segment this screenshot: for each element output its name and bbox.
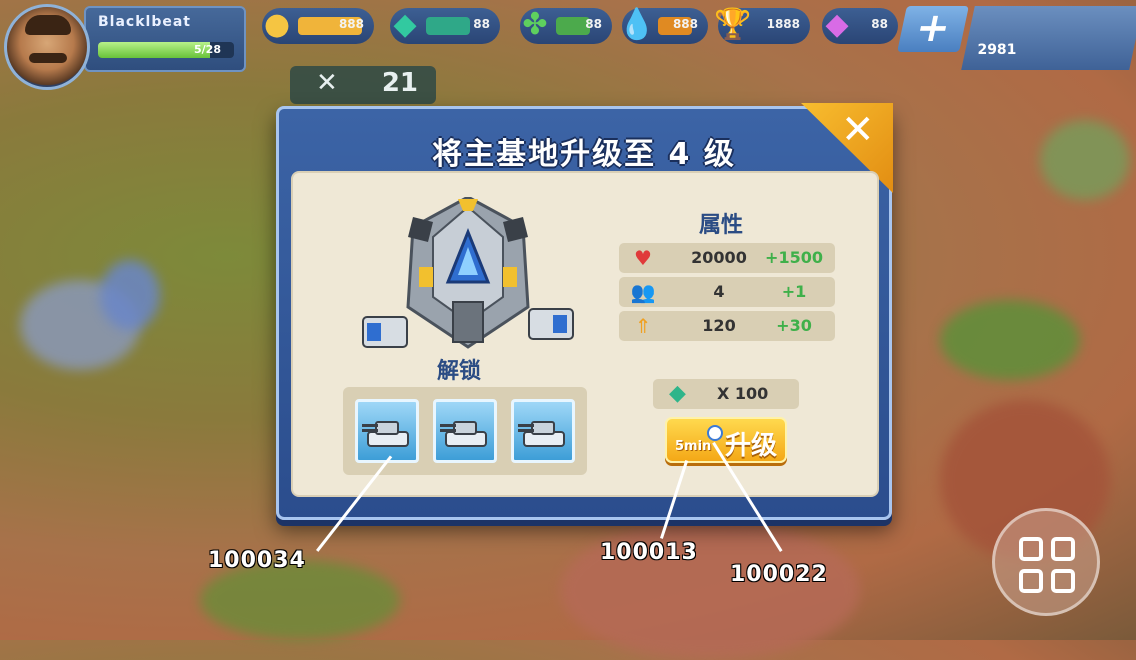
tank-icon (440, 421, 487, 447)
unlock-units-box (343, 387, 587, 475)
troop-counter-value: 21 (381, 68, 418, 98)
resource-gem[interactable]: ◆ 88 (822, 7, 898, 44)
avatar-mustache (29, 53, 67, 63)
oil-value: 888 (672, 17, 698, 31)
resource-gold[interactable]: ● 888 (262, 7, 374, 44)
top-right-value: 2981 (977, 42, 1017, 58)
clock-icon (707, 425, 723, 441)
upgrade-button[interactable]: 5min 升级 (665, 417, 787, 463)
avatar-hair (25, 15, 71, 35)
attribute-row-health: ♥ 20000 +1500 (619, 243, 835, 273)
gem-value: 88 (871, 17, 888, 31)
dialog-title: 将主基地升级至 4 级 (432, 137, 736, 172)
add-resources-button[interactable]: + (897, 5, 969, 52)
gem-icon: ◆ (825, 7, 849, 42)
grid-cell-icon (1051, 569, 1075, 593)
attribute-row-capacity: ⇑ 120 +30 (619, 311, 835, 341)
blurred-trees (940, 300, 1080, 380)
crystal-value: 88 (473, 17, 490, 31)
resource-plant[interactable]: ✤ 88 (520, 7, 612, 44)
top-right-panel[interactable]: 2981 (961, 6, 1136, 70)
resource-oil[interactable]: 💧 888 (618, 7, 708, 44)
blurred-building (100, 260, 160, 330)
crystal-icon: ◆ (393, 7, 417, 42)
player-avatar[interactable] (4, 4, 90, 90)
troop-counter-symbol: ✕ (316, 68, 338, 98)
annotation-label: 100022 (730, 562, 828, 587)
menu-grid-button[interactable] (992, 508, 1100, 616)
trophy-value: 1888 (766, 17, 800, 31)
xp-bar-fill (98, 42, 210, 58)
grid-cell-icon (1019, 569, 1043, 593)
blurred-building (1040, 120, 1130, 200)
dialog-content-panel: 解锁 属性 ♥ 20000 +1500 👥 4 +1 ⇑ 120 +30 ◆ X… (291, 171, 879, 497)
coin-icon: ● (263, 7, 291, 42)
close-icon: ✕ (841, 107, 875, 153)
annotation-label: 100034 (208, 548, 306, 573)
attributes-title: 属性 (699, 213, 744, 238)
attribute-value: 4 (713, 282, 725, 301)
crystal-bar (426, 17, 470, 35)
grid-cell-icon (1051, 537, 1075, 561)
resource-trophy[interactable]: 🏆 1888 (714, 7, 810, 44)
resource-crystal[interactable]: ◆ 88 (390, 7, 500, 44)
annotation-label: 100013 (600, 540, 698, 565)
cost-value: X 100 (717, 384, 769, 403)
people-icon: 👥 (630, 280, 656, 304)
gold-value: 888 (338, 17, 364, 31)
tank-icon (518, 421, 565, 447)
heart-icon: ♥ (634, 246, 652, 270)
troop-counter: ✕ 21 (290, 66, 436, 104)
oil-drop-icon: 💧 (618, 7, 656, 42)
attribute-value: 20000 (691, 248, 747, 267)
upgrade-dialog: 将主基地升级至 4 级 ✕ 解锁 属性 ♥ 20000 +1500 👥 4 +1… (276, 103, 893, 520)
unlock-unit-tank[interactable] (511, 399, 575, 463)
tank-icon (362, 421, 409, 447)
crystal-icon: ◆ (669, 381, 686, 406)
upgrade-time: 5min (675, 439, 712, 454)
upgrade-label: 升级 (725, 431, 778, 461)
trophy-icon: 🏆 (714, 7, 752, 42)
unlock-title: 解锁 (437, 359, 482, 384)
main-base-building-image (362, 197, 574, 349)
player-panel[interactable]: Blacklbeat 5/28 (84, 6, 246, 72)
attribute-delta: +30 (776, 316, 812, 335)
plant-value: 88 (585, 17, 602, 31)
unlock-unit-tank[interactable] (433, 399, 497, 463)
top-hud: Blacklbeat 5/28 ● 888 ◆ 88 ✤ 88 💧 888 🏆 … (0, 0, 1136, 90)
attribute-row-population: 👥 4 +1 (619, 277, 835, 307)
grid-cell-icon (1019, 537, 1043, 561)
attribute-delta: +1 (781, 282, 807, 301)
upgrade-cost: ◆ X 100 (653, 379, 799, 409)
player-level: 5/28 (194, 43, 221, 56)
player-name: Blacklbeat (98, 14, 191, 30)
attribute-value: 120 (702, 316, 736, 335)
leaf-icon: ✤ (522, 7, 548, 42)
unlock-unit-tank[interactable] (355, 399, 419, 463)
attribute-delta: +1500 (765, 248, 823, 267)
arrow-up-icon: ⇑ (634, 314, 652, 338)
